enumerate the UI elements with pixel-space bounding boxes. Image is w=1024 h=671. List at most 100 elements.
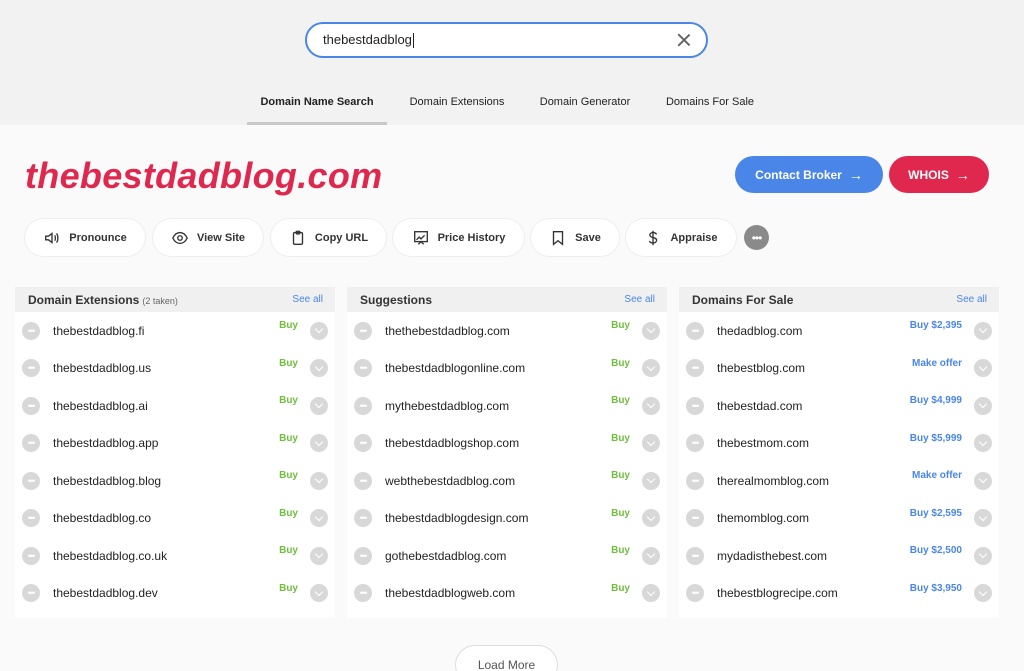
more-options-icon[interactable]: ••• [354, 546, 372, 565]
chevron-down-icon[interactable] [642, 434, 660, 453]
tab-domain-name-search[interactable]: Domain Name Search [247, 88, 387, 125]
chevron-down-icon[interactable] [642, 584, 660, 603]
domain-name[interactable]: thebestdadblog.dev [53, 586, 158, 600]
chevron-down-icon[interactable] [310, 434, 328, 453]
domain-name[interactable]: thebestdadblog.co.uk [53, 549, 167, 563]
chevron-down-icon[interactable] [642, 546, 660, 565]
tab-domains-for-sale[interactable]: Domains For Sale [656, 88, 764, 125]
list-item[interactable]: ••• thebestblog.com Make offer [679, 350, 999, 388]
more-options-icon[interactable]: ••• [686, 509, 704, 528]
whois-button[interactable]: WHOIS → [889, 156, 989, 193]
buy-button[interactable]: Buy [611, 320, 630, 331]
more-options-icon[interactable]: ••• [22, 396, 40, 415]
buy-button[interactable]: Buy [611, 508, 630, 519]
see-all-link[interactable]: See all [292, 294, 323, 305]
tab-domain-extensions[interactable]: Domain Extensions [399, 88, 515, 125]
list-item[interactable]: ••• thebestblogrecipe.com Buy $3,950 [679, 575, 999, 613]
list-item[interactable]: ••• webthebestdadblog.com Buy [347, 462, 667, 500]
domain-name[interactable]: mythebestdadblog.com [385, 399, 509, 413]
list-item[interactable]: ••• thebestdadblog.app Buy [15, 425, 335, 463]
close-icon[interactable] [676, 32, 692, 48]
more-options-icon[interactable]: ••• [22, 546, 40, 565]
domain-name[interactable]: thebestdadblog.blog [53, 474, 161, 488]
chevron-down-icon[interactable] [974, 434, 992, 453]
list-item[interactable]: ••• thebestdad.com Buy $4,999 [679, 387, 999, 425]
list-item[interactable]: ••• thethebestdadblog.com Buy [347, 312, 667, 350]
more-options-icon[interactable]: ••• [354, 321, 372, 340]
domain-name[interactable]: webthebestdadblog.com [385, 474, 515, 488]
chevron-down-icon[interactable] [974, 584, 992, 603]
chevron-down-icon[interactable] [974, 509, 992, 528]
buy-button[interactable]: Buy $2,595 [910, 508, 962, 519]
more-options-icon[interactable]: ••• [354, 396, 372, 415]
more-options-icon[interactable]: ••• [22, 359, 40, 378]
price-history-button[interactable]: Price History [393, 219, 524, 256]
chevron-down-icon[interactable] [310, 359, 328, 378]
buy-button[interactable]: Buy [611, 433, 630, 444]
list-item[interactable]: ••• thebestmom.com Buy $5,999 [679, 425, 999, 463]
more-options-icon[interactable]: ••• [22, 471, 40, 490]
list-item[interactable]: ••• thebestdadblog.ai Buy [15, 387, 335, 425]
more-options-icon[interactable]: ••• [22, 509, 40, 528]
chevron-down-icon[interactable] [974, 396, 992, 415]
chevron-down-icon[interactable] [642, 321, 660, 340]
chevron-down-icon[interactable] [974, 471, 992, 490]
see-all-link[interactable]: See all [624, 294, 655, 305]
chevron-down-icon[interactable] [642, 396, 660, 415]
buy-button[interactable]: Make offer [912, 470, 962, 481]
domain-name[interactable]: mydadisthebest.com [717, 549, 827, 563]
list-item[interactable]: ••• thebestdadblogdesign.com Buy [347, 500, 667, 538]
domain-name[interactable]: thebestmom.com [717, 436, 809, 450]
load-more-button[interactable]: Load More [455, 645, 558, 671]
buy-button[interactable]: Buy $4,999 [910, 395, 962, 406]
chevron-down-icon[interactable] [974, 546, 992, 565]
pronounce-button[interactable]: Pronounce [25, 219, 145, 256]
buy-button[interactable]: Buy [279, 583, 298, 594]
more-options-icon[interactable]: ••• [686, 584, 704, 603]
list-item[interactable]: ••• thebestdadblogshop.com Buy [347, 425, 667, 463]
domain-name[interactable]: thebestdadblog.app [53, 436, 158, 450]
list-item[interactable]: ••• mythebestdadblog.com Buy [347, 387, 667, 425]
buy-button[interactable]: Buy [279, 433, 298, 444]
more-options-icon[interactable]: ••• [22, 321, 40, 340]
buy-button[interactable]: Buy [611, 470, 630, 481]
save-button[interactable]: Save [531, 219, 619, 256]
list-item[interactable]: ••• thebestdadblog.fi Buy [15, 312, 335, 350]
more-options-icon[interactable]: ••• [744, 225, 769, 250]
more-options-icon[interactable]: ••• [686, 359, 704, 378]
buy-button[interactable]: Buy [611, 583, 630, 594]
domain-name[interactable]: thebestblogrecipe.com [717, 586, 838, 600]
list-item[interactable]: ••• thebestdadblog.us Buy [15, 350, 335, 388]
list-item[interactable]: ••• thebestdadblog.co.uk Buy [15, 537, 335, 575]
more-options-icon[interactable]: ••• [686, 396, 704, 415]
domain-name[interactable]: thebestdadblogdesign.com [385, 511, 528, 525]
buy-button[interactable]: Make offer [912, 358, 962, 369]
buy-button[interactable]: Buy [611, 358, 630, 369]
list-item[interactable]: ••• thebestdadblog.dev Buy [15, 575, 335, 613]
more-options-icon[interactable]: ••• [686, 471, 704, 490]
more-options-icon[interactable]: ••• [22, 434, 40, 453]
chevron-down-icon[interactable] [310, 546, 328, 565]
buy-button[interactable]: Buy $2,395 [910, 320, 962, 331]
chevron-down-icon[interactable] [642, 471, 660, 490]
more-options-icon[interactable]: ••• [22, 584, 40, 603]
list-item[interactable]: ••• themomblog.com Buy $2,595 [679, 500, 999, 538]
domain-name[interactable]: thethebestdadblog.com [385, 324, 510, 338]
buy-button[interactable]: Buy $3,950 [910, 583, 962, 594]
chevron-down-icon[interactable] [310, 509, 328, 528]
more-options-icon[interactable]: ••• [354, 359, 372, 378]
list-item[interactable]: ••• mydadisthebest.com Buy $2,500 [679, 537, 999, 575]
chevron-down-icon[interactable] [310, 396, 328, 415]
domain-name[interactable]: thedadblog.com [717, 324, 802, 338]
buy-button[interactable]: Buy [279, 358, 298, 369]
domain-name[interactable]: thebestdadblogonline.com [385, 361, 525, 375]
buy-button[interactable]: Buy [279, 470, 298, 481]
domain-name[interactable]: thebestblog.com [717, 361, 805, 375]
more-options-icon[interactable]: ••• [686, 434, 704, 453]
more-options-icon[interactable]: ••• [354, 434, 372, 453]
buy-button[interactable]: Buy [279, 508, 298, 519]
chevron-down-icon[interactable] [974, 359, 992, 378]
chevron-down-icon[interactable] [310, 584, 328, 603]
domain-name[interactable]: gothebestdadblog.com [385, 549, 506, 563]
more-options-icon[interactable]: ••• [354, 584, 372, 603]
